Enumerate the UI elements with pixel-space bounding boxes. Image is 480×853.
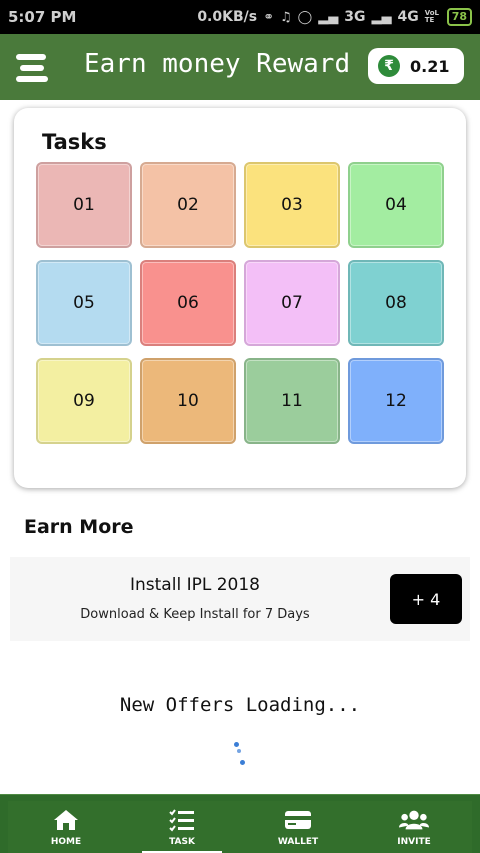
nav-item-home[interactable]: HOME bbox=[8, 801, 124, 853]
task-tile-03[interactable]: 03 bbox=[244, 162, 340, 248]
task-tile-02[interactable]: 02 bbox=[140, 162, 236, 248]
network-speed: 0.0KB/s bbox=[197, 9, 258, 25]
nav-label-invite: INVITE bbox=[397, 837, 431, 847]
task-tile-11[interactable]: 11 bbox=[244, 358, 340, 444]
task-tile-01[interactable]: 01 bbox=[36, 162, 132, 248]
bottom-nav: HOME TASK WALLET INVITE bbox=[0, 794, 480, 853]
task-tile-08[interactable]: 08 bbox=[348, 260, 444, 346]
menu-icon[interactable] bbox=[16, 54, 52, 82]
offer-row[interactable]: Install IPL 2018 Download & Keep Install… bbox=[10, 557, 470, 641]
nav-item-task[interactable]: TASK bbox=[124, 801, 240, 853]
balance-badge[interactable]: ₹ 0.21 bbox=[368, 48, 464, 84]
offer-name: Install IPL 2018 bbox=[130, 575, 260, 595]
signal-icon: ▂▄ bbox=[318, 9, 339, 25]
silent-icon: ♫ bbox=[280, 9, 292, 25]
status-bar: 5:07 PM 0.0KB/s ⚭ ♫ ◯ ▂▄ 3G ▂▄ 4G VoLTE … bbox=[0, 0, 480, 34]
task-list-icon bbox=[167, 807, 197, 833]
invite-icon bbox=[399, 807, 429, 833]
volte-label: VoLTE bbox=[424, 9, 439, 24]
balance-value: 0.21 bbox=[410, 56, 450, 76]
loading-text: New Offers Loading... bbox=[119, 694, 361, 716]
task-tile-04[interactable]: 04 bbox=[348, 162, 444, 248]
battery-icon: 78 bbox=[446, 8, 472, 26]
status-time: 5:07 PM bbox=[8, 8, 77, 26]
task-tile-09[interactable]: 09 bbox=[36, 358, 132, 444]
app-header: Earn money Reward ₹ 0.21 bbox=[0, 34, 480, 100]
nav-label-wallet: WALLET bbox=[277, 837, 319, 847]
nav-label-home: HOME bbox=[50, 837, 82, 847]
headphones-icon: ⚭ bbox=[263, 9, 274, 25]
nav-item-wallet[interactable]: WALLET bbox=[240, 801, 356, 853]
task-tile-06[interactable]: 06 bbox=[140, 260, 236, 346]
offer-reward-button[interactable]: + 4 bbox=[390, 574, 462, 624]
alarm-icon: ◯ bbox=[297, 9, 313, 25]
loading-spinner-icon bbox=[228, 738, 248, 768]
task-grid: 01 02 03 04 05 06 07 08 09 10 11 12 bbox=[36, 162, 444, 444]
nav-item-invite[interactable]: INVITE bbox=[356, 801, 472, 853]
earn-more-title: Earn More bbox=[24, 516, 134, 538]
task-tile-10[interactable]: 10 bbox=[140, 358, 236, 444]
tasks-card: Tasks 01 02 03 04 05 06 07 08 09 10 11 1… bbox=[14, 108, 466, 488]
signal-icon: ▂▄ bbox=[371, 9, 392, 25]
offer-description: Download & Keep Install for 7 Days bbox=[80, 607, 310, 622]
home-icon bbox=[51, 807, 81, 833]
rupee-icon: ₹ bbox=[378, 55, 400, 77]
network-3g: 3G bbox=[344, 9, 366, 25]
app-title: Earn money Reward bbox=[84, 49, 351, 79]
task-tile-07[interactable]: 07 bbox=[244, 260, 340, 346]
task-tile-12[interactable]: 12 bbox=[348, 358, 444, 444]
task-tile-05[interactable]: 05 bbox=[36, 260, 132, 346]
status-indicators: 0.0KB/s ⚭ ♫ ◯ ▂▄ 3G ▂▄ 4G VoLTE 78 bbox=[197, 8, 472, 26]
wallet-icon bbox=[283, 807, 313, 833]
network-4g: 4G bbox=[397, 9, 419, 25]
tasks-title: Tasks bbox=[42, 130, 107, 154]
nav-label-task: TASK bbox=[169, 837, 195, 847]
